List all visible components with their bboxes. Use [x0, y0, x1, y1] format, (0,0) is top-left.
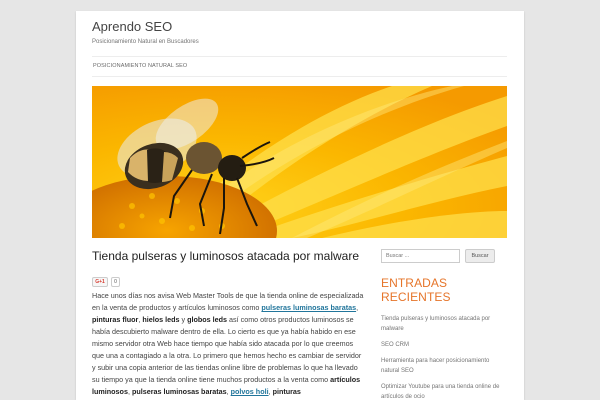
post-text: ,: [356, 303, 359, 312]
nav-item-posicionamiento[interactable]: POSICIONAMIENTO NATURAL SEO: [93, 63, 187, 69]
search-form: Buscar: [381, 249, 507, 263]
share-buttons: G+1 0: [92, 277, 120, 287]
recent-posts-list: Tienda pulseras y luminosos atacada por …: [381, 314, 507, 400]
post-link[interactable]: polvos holi: [231, 387, 269, 396]
post-bold-text: globos leds: [187, 315, 228, 324]
main-navigation: POSICIONAMIENTO NATURAL SEO: [92, 56, 507, 77]
sidebar: Buscar ENTRADAS RECIENTES Tienda pulsera…: [381, 249, 507, 400]
post-bold-text: pinturas: [272, 387, 301, 396]
post-text: y: [179, 315, 188, 324]
bee-on-flower-image: [92, 86, 507, 238]
recent-posts-title: ENTRADAS RECIENTES: [381, 276, 451, 304]
post-body: Hace unos días nos avisa Web Master Tool…: [92, 290, 366, 398]
page-container: Aprendo SEO Posicionamiento Natural en B…: [76, 11, 524, 400]
site-description: Posicionamiento Natural en Buscadores: [92, 39, 199, 45]
post-bold-text: pinturas fluor: [92, 315, 139, 324]
recent-post-link[interactable]: Herramienta para hacer posicionamiento n…: [381, 356, 507, 376]
google-plus-button[interactable]: G+1: [92, 277, 108, 287]
header-image: [92, 86, 507, 238]
share-count: 0: [111, 277, 120, 287]
site-title[interactable]: Aprendo SEO: [92, 19, 172, 34]
recent-post-link[interactable]: SEO CRM: [381, 340, 507, 350]
post-text: así como otros productos luminosos se ha…: [92, 315, 362, 384]
search-button[interactable]: Buscar: [465, 249, 495, 263]
recent-post-link[interactable]: Tienda pulseras y luminosos atacada por …: [381, 314, 507, 334]
recent-post-link[interactable]: Optimizar Youtube para una tienda online…: [381, 382, 507, 400]
post-bold-text: hielos leds: [142, 315, 180, 324]
search-input[interactable]: [381, 249, 460, 263]
post-content: Tienda pulseras y luminosos atacada por …: [92, 249, 366, 396]
post-title[interactable]: Tienda pulseras y luminosos atacada por …: [92, 249, 366, 263]
post-bold-text: pulseras luminosas baratas: [131, 387, 227, 396]
post-link[interactable]: pulseras luminosas baratas: [261, 303, 356, 312]
